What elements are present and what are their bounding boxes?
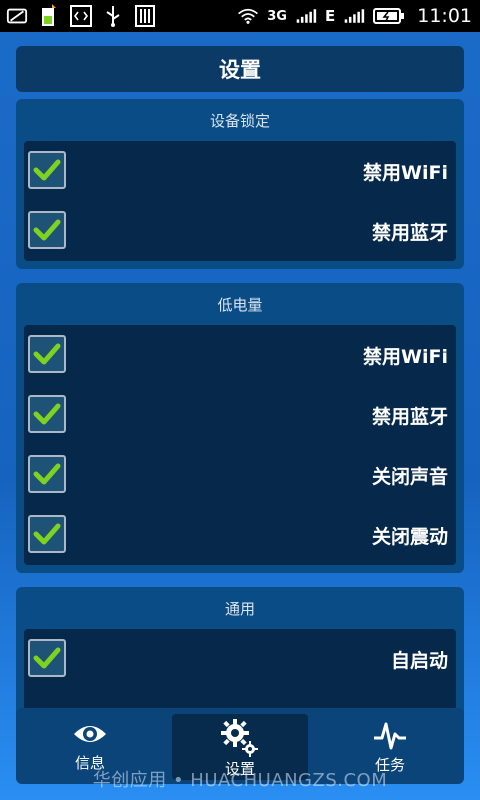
barcode-icon	[134, 5, 156, 27]
check-icon	[33, 403, 61, 425]
page-title-bar: 设置	[16, 46, 464, 92]
section-title: 通用	[224, 599, 255, 618]
edge-label: E	[324, 7, 336, 25]
wifi-icon	[237, 5, 259, 27]
section-title: 低电量	[217, 295, 263, 314]
setting-label: 禁用WiFi	[363, 161, 448, 184]
watermark: 华创应用 • HUACHUANGZS.COM	[92, 770, 388, 791]
usb-icon	[102, 5, 124, 27]
check-icon	[33, 159, 61, 181]
setting-row[interactable]: 禁用蓝牙	[24, 385, 456, 445]
section-body: 禁用WiFi 禁用蓝牙 关闭声音 关闭震动	[24, 325, 456, 565]
setting-row[interactable]: 关闭声音	[24, 445, 456, 505]
check-icon	[33, 647, 61, 669]
section-body: 禁用WiFi 禁用蓝牙	[24, 141, 456, 261]
setting-label: 关闭震动	[371, 525, 448, 548]
eye-icon	[22, 720, 158, 748]
signal2-icon	[343, 5, 365, 27]
setting-row[interactable]: 禁用蓝牙	[24, 201, 456, 261]
setting-label: 关闭声音	[371, 465, 448, 488]
network-type: 3G	[267, 8, 287, 24]
checkbox[interactable]	[28, 211, 66, 249]
battery-icon	[373, 5, 405, 27]
checkbox[interactable]	[28, 395, 66, 433]
setting-row[interactable]: 关闭震动	[24, 505, 456, 565]
gears-icon	[172, 718, 308, 758]
code-icon	[70, 5, 92, 27]
section-title: 设备锁定	[209, 111, 270, 130]
checkbox[interactable]	[28, 455, 66, 493]
section-device-lock: 设备锁定 禁用WiFi 禁用蓝牙	[16, 99, 464, 269]
checkbox[interactable]	[28, 639, 66, 677]
signal-icon	[295, 5, 317, 27]
setting-label: 禁用WiFi	[363, 345, 448, 368]
checkbox[interactable]	[28, 335, 66, 373]
section-low-battery: 低电量 禁用WiFi 禁用蓝牙 关闭声音 关闭震动	[16, 283, 464, 573]
checkbox[interactable]	[28, 515, 66, 553]
section-general: 通用 自启动	[16, 587, 464, 717]
status-time: 11:01	[417, 5, 472, 27]
check-icon	[33, 523, 61, 545]
setting-row[interactable]: 自启动	[24, 629, 456, 689]
checkbox[interactable]	[28, 151, 66, 189]
pulse-icon	[322, 720, 458, 752]
setting-row[interactable]: 禁用WiFi	[24, 325, 456, 385]
check-icon	[33, 219, 61, 241]
setting-label: 禁用蓝牙	[371, 405, 448, 428]
setting-label: 自启动	[390, 649, 448, 672]
setting-label: 禁用蓝牙	[371, 221, 448, 244]
messages-icon	[6, 5, 28, 27]
check-icon	[33, 343, 61, 365]
page-title: 设置	[219, 58, 261, 82]
section-body: 自启动	[24, 629, 456, 717]
status-bar: 3G E 11:01	[0, 0, 480, 32]
setting-row[interactable]: 禁用WiFi	[24, 141, 456, 201]
sim-icon	[38, 4, 60, 27]
check-icon	[33, 463, 61, 485]
